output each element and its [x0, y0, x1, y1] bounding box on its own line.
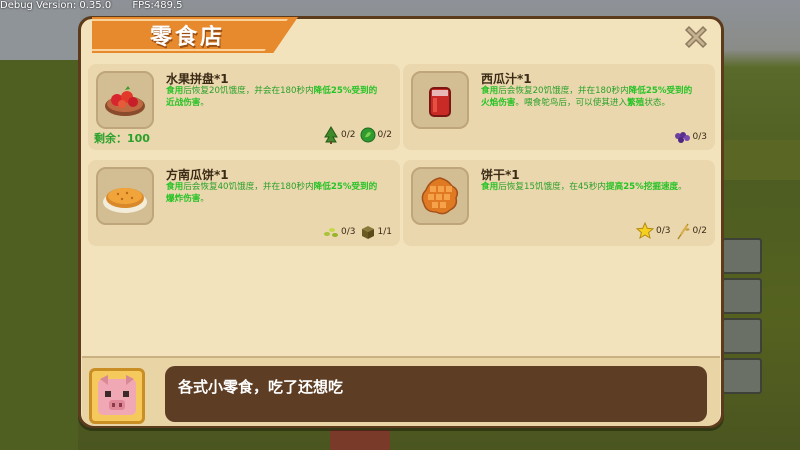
item-desc: 食用后会恢复20饥饿度，并在180秒内降低25%受到的火焰伤害。喂食鸵鸟后，可以…: [481, 86, 693, 108]
requirement-item: 0/3: [636, 222, 671, 240]
requirements: 0/3 0/2: [636, 222, 707, 240]
shop-item-watermelon-juice[interactable]: 西瓜汁*1 食用后会恢复20饥饿度，并在180秒内降低25%受到的火焰伤害。喂食…: [403, 64, 715, 150]
pumpkin-block-icon: [361, 226, 374, 239]
requirement-count: 0/3: [692, 132, 707, 142]
side-slot-3[interactable]: [722, 318, 762, 354]
requirement-count: 0/2: [341, 130, 356, 140]
requirement-item: 0/2: [323, 126, 356, 144]
item-thumb: [96, 71, 154, 129]
item-name: 方南瓜饼*1: [166, 168, 229, 182]
shop-item-fruit-platter[interactable]: 水果拼盘*1 食用后恢复20饥饿度，并会在180秒内降低25%受到的近战伤害。 …: [88, 64, 400, 150]
requirement-count: 0/3: [341, 227, 356, 237]
side-slot-2[interactable]: [722, 278, 762, 314]
side-slot-4[interactable]: [722, 358, 762, 394]
seeds-icon: [324, 228, 339, 237]
item-thumb: [411, 71, 469, 129]
requirement-count: 1/1: [377, 227, 392, 237]
npc-speech-text: 各式小零食，吃了还想吃: [178, 378, 344, 396]
debug-version: Debug Version: 0.35.0: [0, 0, 112, 11]
item-desc: 食用后恢复20饥饿度，并会在180秒内降低25%受到的近战伤害。: [166, 86, 378, 108]
debug-fps: FPS:489.5: [132, 0, 183, 11]
requirement-item: 0/2: [675, 222, 707, 240]
requirements: 0/2 0/2: [323, 126, 392, 144]
item-name: 水果拼盘*1: [166, 72, 229, 86]
shop-item-pumpkin-pie[interactable]: 方南瓜饼*1 食用后会恢复40饥饿度，并在180秒内降低25%受到的爆炸伤害。 …: [88, 160, 400, 246]
requirement-item: 0/3: [673, 130, 707, 144]
item-thumb: [96, 167, 154, 225]
sapling-icon: [324, 126, 338, 144]
fruit-platter-icon: [105, 86, 145, 116]
pumpkin-pie-icon: [103, 188, 147, 213]
side-slot-1[interactable]: [722, 238, 762, 274]
grape-icon: [674, 132, 690, 143]
wheat-icon: [676, 223, 689, 240]
shop-title: 零食店: [150, 25, 226, 50]
star-icon: [636, 222, 655, 240]
item-desc: 食用后恢复15饥饿度，在45秒内提高25%挖掘速度。: [481, 182, 687, 192]
requirement-item: 0/3: [323, 225, 356, 239]
grass-block-left: [0, 60, 78, 450]
requirements: 0/3: [673, 130, 707, 144]
red-block: [330, 430, 390, 450]
close-x-icon: [684, 25, 708, 49]
shop-item-cookie[interactable]: 饼干*1 食用后恢复15饥饿度，在45秒内提高25%挖掘速度。 0/3 0/2: [403, 160, 715, 246]
leaf-coin-icon: [360, 127, 376, 143]
item-thumb: [411, 167, 469, 225]
requirement-item: 0/2: [360, 127, 392, 143]
requirement-count: 0/2: [377, 130, 392, 140]
watermelon-juice-icon: [429, 87, 451, 117]
item-name: 西瓜汁*1: [481, 72, 532, 86]
debug-overlay: Debug Version: 0.35.0 FPS:489.5: [0, 0, 201, 11]
item-name: 饼干*1: [481, 168, 520, 182]
requirements: 0/3 1/1: [323, 224, 392, 240]
requirement-item: 1/1: [360, 224, 392, 240]
close-button[interactable]: [680, 22, 712, 52]
waffle-cookie-icon: [421, 177, 459, 215]
requirement-count: 0/2: [692, 226, 707, 236]
dirt-block: [720, 140, 800, 180]
item-desc: 食用后会恢复40饥饿度，并在180秒内降低25%受到的爆炸伤害。: [166, 182, 378, 204]
npc-avatar: [89, 368, 145, 424]
requirement-count: 0/3: [656, 226, 671, 236]
remaining-count: 剩余：100: [94, 132, 150, 145]
pig-avatar-icon: [98, 375, 136, 415]
